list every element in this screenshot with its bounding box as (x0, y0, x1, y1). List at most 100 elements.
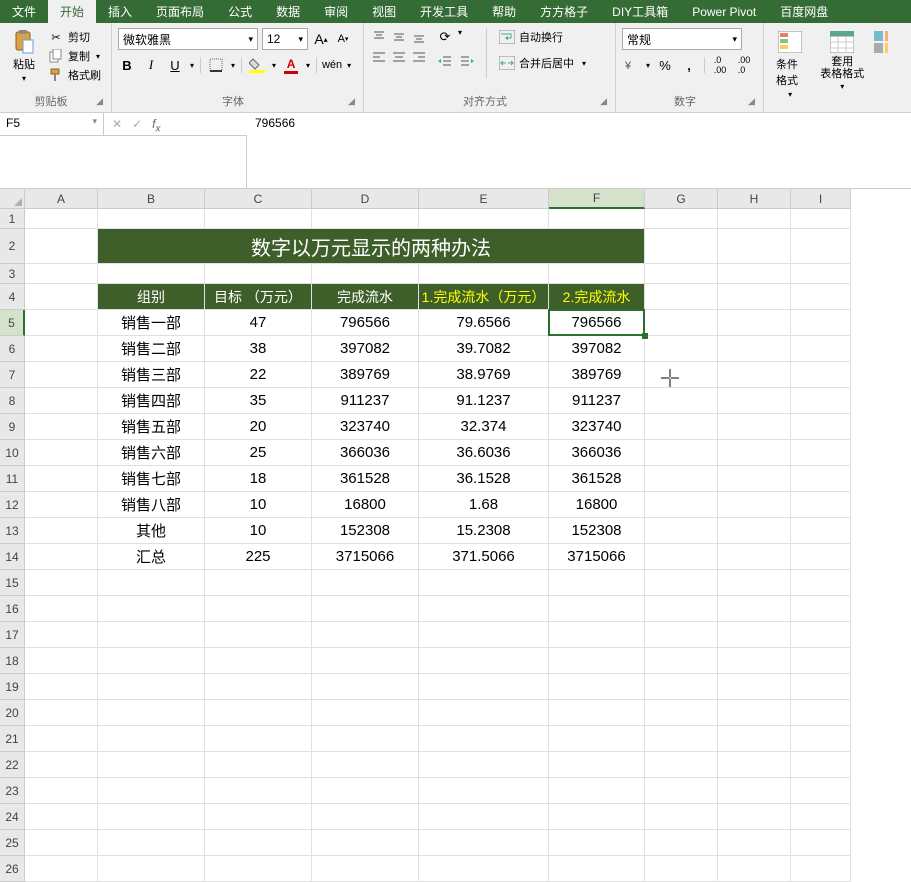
cell-H8[interactable] (718, 388, 791, 414)
cell-G24[interactable] (645, 804, 718, 830)
menu-tab-13[interactable]: 百度网盘 (768, 0, 840, 23)
row-header-16[interactable]: 16 (0, 596, 25, 622)
paste-button[interactable]: 粘贴 ▾ (6, 28, 42, 85)
row-header-3[interactable]: 3 (0, 264, 25, 284)
cell-styles-button[interactable] (874, 28, 888, 56)
cell-E10[interactable]: 36.6036 (419, 440, 549, 466)
cell-D24[interactable] (312, 804, 419, 830)
cell-F10[interactable]: 366036 (549, 440, 645, 466)
cell-G12[interactable] (645, 492, 718, 518)
cell-A16[interactable] (25, 596, 98, 622)
cell-B20[interactable] (98, 700, 205, 726)
cell-F23[interactable] (549, 778, 645, 804)
cell-C12[interactable]: 10 (205, 492, 312, 518)
cell-I23[interactable] (791, 778, 851, 804)
name-box[interactable]: F5▾ (0, 113, 104, 136)
col-header-F[interactable]: F (549, 189, 645, 209)
cell-D11[interactable]: 361528 (312, 466, 419, 492)
cell-G21[interactable] (645, 726, 718, 752)
cell-F21[interactable] (549, 726, 645, 752)
cell-D7[interactable]: 389769 (312, 362, 419, 388)
cell-B16[interactable] (98, 596, 205, 622)
cell-H18[interactable] (718, 648, 791, 674)
cell-B5[interactable]: 销售一部 (98, 310, 205, 336)
cell-C19[interactable] (205, 674, 312, 700)
cell-G26[interactable] (645, 856, 718, 882)
cell-A23[interactable] (25, 778, 98, 804)
row-header-9[interactable]: 9 (0, 414, 25, 440)
cell-D10[interactable]: 366036 (312, 440, 419, 466)
cut-button[interactable]: ✂剪切 (46, 28, 103, 46)
increase-decimal-button[interactable]: .0.00 (711, 56, 729, 74)
cell-C1[interactable] (205, 209, 312, 229)
orientation-button[interactable]: ⟳ (436, 28, 454, 46)
cell-A7[interactable] (25, 362, 98, 388)
cell-E12[interactable]: 1.68 (419, 492, 549, 518)
menu-tab-9[interactable]: 帮助 (480, 0, 528, 23)
menu-tab-0[interactable]: 文件 (0, 0, 48, 23)
row-header-10[interactable]: 10 (0, 440, 25, 466)
cell-I25[interactable] (791, 830, 851, 856)
cell-A3[interactable] (25, 264, 98, 284)
cell-A18[interactable] (25, 648, 98, 674)
cell-E7[interactable]: 38.9769 (419, 362, 549, 388)
align-left-button[interactable] (370, 48, 388, 66)
row-header-24[interactable]: 24 (0, 804, 25, 830)
cell-C26[interactable] (205, 856, 312, 882)
cell-A24[interactable] (25, 804, 98, 830)
cell-B2[interactable]: 数字以万元显示的两种办法 (98, 229, 645, 264)
cell-H5[interactable] (718, 310, 791, 336)
col-header-D[interactable]: D (312, 189, 419, 209)
cell-C7[interactable]: 22 (205, 362, 312, 388)
cell-C11[interactable]: 18 (205, 466, 312, 492)
confirm-icon[interactable]: ✓ (132, 117, 142, 131)
cell-I21[interactable] (791, 726, 851, 752)
fx-icon[interactable]: fx (152, 117, 160, 134)
align-right-button[interactable] (410, 48, 428, 66)
formula-input[interactable]: 796566 (247, 113, 911, 188)
cell-F26[interactable] (549, 856, 645, 882)
cell-H3[interactable] (718, 264, 791, 284)
cell-F13[interactable]: 152308 (549, 518, 645, 544)
cell-G1[interactable] (645, 209, 718, 229)
cell-C20[interactable] (205, 700, 312, 726)
cell-E14[interactable]: 371.5066 (419, 544, 549, 570)
align-top-button[interactable] (370, 28, 388, 46)
cell-I16[interactable] (791, 596, 851, 622)
cell-G6[interactable] (645, 336, 718, 362)
cell-A25[interactable] (25, 830, 98, 856)
cell-E25[interactable] (419, 830, 549, 856)
cell-E1[interactable] (419, 209, 549, 229)
cell-C5[interactable]: 47 (205, 310, 312, 336)
cell-D23[interactable] (312, 778, 419, 804)
cell-D19[interactable] (312, 674, 419, 700)
menu-tab-1[interactable]: 开始 (48, 0, 96, 23)
cell-I14[interactable] (791, 544, 851, 570)
cell-A21[interactable] (25, 726, 98, 752)
cell-F15[interactable] (549, 570, 645, 596)
cell-H20[interactable] (718, 700, 791, 726)
cell-D20[interactable] (312, 700, 419, 726)
cell-I10[interactable] (791, 440, 851, 466)
row-header-25[interactable]: 25 (0, 830, 25, 856)
cell-A9[interactable] (25, 414, 98, 440)
col-header-B[interactable]: B (98, 189, 205, 209)
comma-button[interactable]: , (680, 56, 698, 74)
cell-B13[interactable]: 其他 (98, 518, 205, 544)
cell-D18[interactable] (312, 648, 419, 674)
row-header-5[interactable]: 5 (0, 310, 25, 336)
cell-F4[interactable]: 2.完成流水 (549, 284, 645, 310)
cell-F11[interactable]: 361528 (549, 466, 645, 492)
cell-I17[interactable] (791, 622, 851, 648)
cell-F19[interactable] (549, 674, 645, 700)
cell-G23[interactable] (645, 778, 718, 804)
cell-B3[interactable] (98, 264, 645, 284)
cell-F1[interactable] (549, 209, 645, 229)
cell-E19[interactable] (419, 674, 549, 700)
row-header-13[interactable]: 13 (0, 518, 25, 544)
cell-G7[interactable] (645, 362, 718, 388)
cell-B22[interactable] (98, 752, 205, 778)
cell-I19[interactable] (791, 674, 851, 700)
row-header-26[interactable]: 26 (0, 856, 25, 882)
cell-A22[interactable] (25, 752, 98, 778)
